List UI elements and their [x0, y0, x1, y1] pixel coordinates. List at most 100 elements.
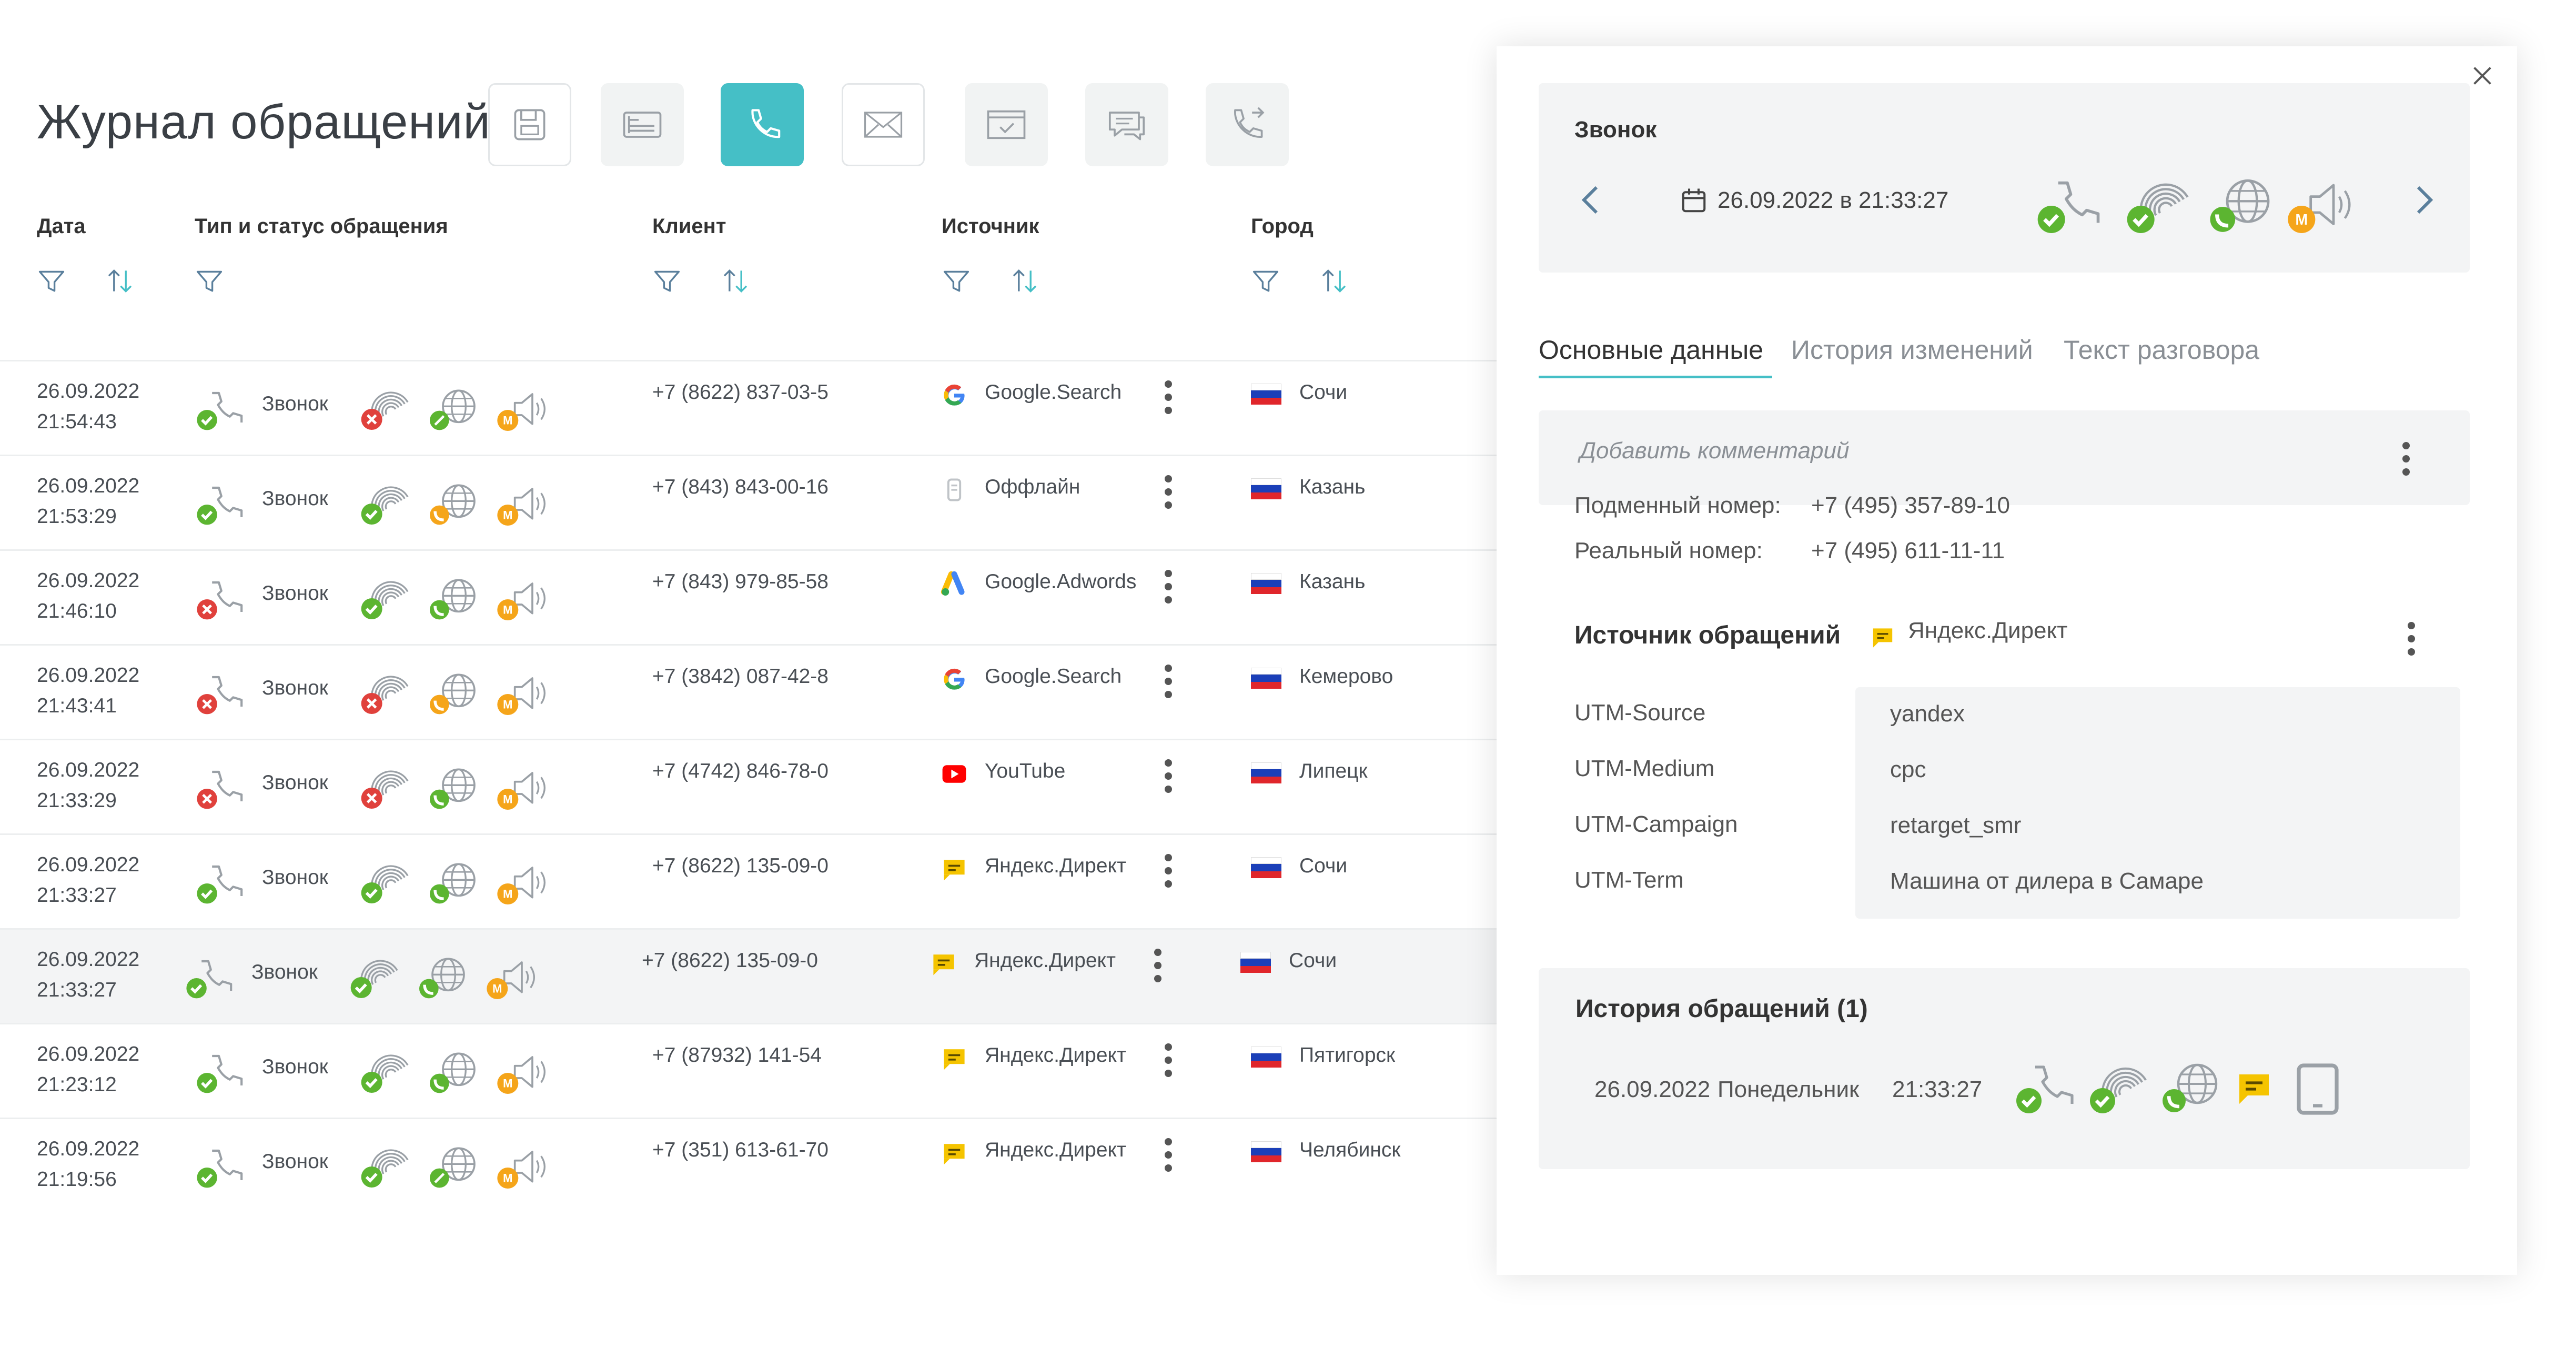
yandex-direct-icon [933, 954, 954, 975]
chevron-right-icon[interactable] [2415, 184, 2434, 216]
ad-campaign-icon: M [497, 1151, 545, 1189]
row-client-phone[interactable]: +7 (8622) 837-03-5 [652, 377, 829, 408]
utm-key: UTM-Term [1574, 867, 1684, 893]
close-icon[interactable] [2471, 64, 2494, 87]
row-source: Google.Search [985, 381, 1122, 404]
fingerprint-icon [361, 1054, 409, 1093]
real-number-label: Реальный номер: [1574, 538, 1763, 564]
table-row[interactable]: 26.09.2022 21:23:12 Звонок M +7 (87932) … [0, 1023, 1499, 1119]
save-button[interactable] [488, 83, 571, 166]
yandex-direct-icon [1873, 628, 1893, 648]
youtube-icon [942, 765, 966, 783]
row-menu-icon[interactable] [1164, 475, 1173, 512]
row-menu-icon[interactable] [1164, 380, 1173, 417]
history-status-icons [2012, 1057, 2380, 1120]
row-menu-icon[interactable] [1164, 854, 1173, 891]
table-row[interactable]: 26.09.2022 21:19:56 Звонок M +7 (351) 61… [0, 1118, 1499, 1214]
substitute-number-value: +7 (495) 357-89-10 [1811, 492, 2010, 518]
chevron-left-icon[interactable] [1581, 184, 1600, 216]
svg-text:M: M [503, 888, 512, 901]
sort-source-icon[interactable] [1010, 266, 1039, 296]
calls-button[interactable] [721, 83, 804, 166]
source-menu-icon[interactable] [2407, 622, 2416, 659]
tab-conversation-text[interactable]: Текст разговора [2064, 335, 2259, 365]
row-menu-icon[interactable] [1164, 570, 1173, 607]
row-client-phone[interactable]: +7 (351) 613-61-70 [652, 1135, 829, 1165]
row-date: 26.09.2022 [37, 475, 140, 497]
row-source: Яндекс.Директ [985, 1044, 1126, 1067]
sort-date-icon[interactable] [105, 266, 135, 296]
svg-text:M: M [503, 793, 512, 806]
filter-city-icon[interactable] [1251, 267, 1280, 297]
row-time: 21:46:10 [37, 600, 117, 622]
call-status-icon [197, 391, 243, 430]
fingerprint-icon [2127, 183, 2189, 233]
row-source: Яндекс.Директ [985, 1139, 1126, 1161]
row-menu-icon[interactable] [1164, 665, 1173, 701]
row-time: 21:23:12 [37, 1073, 117, 1096]
svg-text:M: M [503, 603, 512, 617]
table-row[interactable]: 26.09.2022 21:33:29 Звонок M +7 (4742) 8… [0, 739, 1499, 835]
row-type: Звонок [262, 771, 328, 794]
tab-change-history[interactable]: История изменений [1791, 335, 2033, 365]
chat-icon [1108, 112, 1145, 140]
tab-main-data[interactable]: Основные данные [1539, 335, 1763, 365]
table-row[interactable]: 26.09.2022 21:53:29 Звонок M +7 (843) 84… [0, 455, 1499, 551]
row-city: Липецк [1299, 760, 1368, 782]
comment-placeholder[interactable]: Добавить комментарий [1580, 438, 1849, 464]
table-row[interactable]: 26.09.2022 21:54:43 Звонок M +7 (8622) 8… [0, 360, 1499, 456]
chat-button[interactable] [1085, 83, 1168, 166]
row-date: 26.09.2022 [37, 664, 140, 687]
yandex-direct-icon [944, 1144, 965, 1165]
google-icon [944, 384, 965, 406]
row-client-phone[interactable]: +7 (4742) 846-78-0 [652, 756, 829, 787]
site-visit-icon [430, 673, 476, 715]
table-row[interactable]: 26.09.2022 21:43:41 Звонок M +7 (3842) 0… [0, 644, 1499, 740]
table-row[interactable]: 26.09.2022 21:46:10 Звонок M +7 (843) 97… [0, 549, 1499, 646]
fingerprint-icon [361, 1149, 409, 1188]
filter-client-icon[interactable] [652, 267, 682, 297]
row-client-phone[interactable]: +7 (8622) 135-09-0 [652, 851, 829, 881]
widget-button[interactable] [965, 83, 1048, 166]
sort-client-icon[interactable] [721, 266, 750, 296]
row-client-phone[interactable]: +7 (3842) 087-42-8 [652, 661, 829, 692]
sort-city-icon[interactable] [1319, 266, 1349, 296]
site-visit-icon [430, 1052, 476, 1093]
row-type: Звонок [262, 677, 328, 699]
comment-menu-icon[interactable] [2401, 442, 2411, 479]
row-menu-icon[interactable] [1164, 759, 1173, 796]
row-menu-icon[interactable] [1153, 949, 1163, 985]
row-type: Звонок [262, 1150, 328, 1173]
table-row[interactable]: 26.09.2022 21:33:27 Звонок M +7 (8622) 1… [0, 928, 1499, 1024]
forms-button[interactable] [601, 83, 684, 166]
table-row[interactable]: 26.09.2022 21:33:27 Звонок M +7 (8622) 1… [0, 833, 1499, 930]
call-status-icon [197, 1149, 243, 1188]
row-menu-icon[interactable] [1164, 1138, 1173, 1175]
russia-flag-icon [1251, 668, 1281, 689]
comment-box[interactable]: Добавить комментарий [1539, 410, 2470, 505]
row-type: Звонок [262, 487, 328, 510]
row-client-phone[interactable]: +7 (843) 979-85-58 [652, 567, 829, 597]
history-day: Понедельник [1718, 1077, 1860, 1102]
call-status-icons: M [2033, 172, 2412, 233]
row-client-phone[interactable]: +7 (8622) 135-09-0 [642, 945, 818, 976]
row-client-phone[interactable]: +7 (87932) 141-54 [652, 1040, 822, 1071]
russia-flag-icon [1240, 952, 1271, 973]
callback-icon [1234, 107, 1265, 138]
callback-button[interactable] [1206, 83, 1289, 166]
utm-value: retarget_smr [1890, 812, 2022, 838]
row-city: Кемерово [1299, 665, 1393, 688]
page-title: Журнал обращений [37, 95, 491, 149]
call-detail-panel: Звонок 26.09.2022 в 21:33:27 M Основные … [1497, 46, 2517, 1275]
row-menu-icon[interactable] [1164, 1043, 1173, 1080]
filter-source-icon[interactable] [942, 267, 971, 297]
row-client-phone[interactable]: +7 (843) 843-00-16 [652, 472, 829, 502]
utm-key: UTM-Campaign [1574, 811, 1738, 837]
call-status-icon [197, 581, 243, 620]
mail-button[interactable] [842, 83, 925, 166]
svg-text:M: M [503, 698, 512, 711]
svg-text:M: M [492, 982, 502, 995]
filter-date-icon[interactable] [37, 267, 66, 297]
filter-type-icon[interactable] [195, 267, 224, 297]
call-status-icon [2016, 1065, 2074, 1113]
